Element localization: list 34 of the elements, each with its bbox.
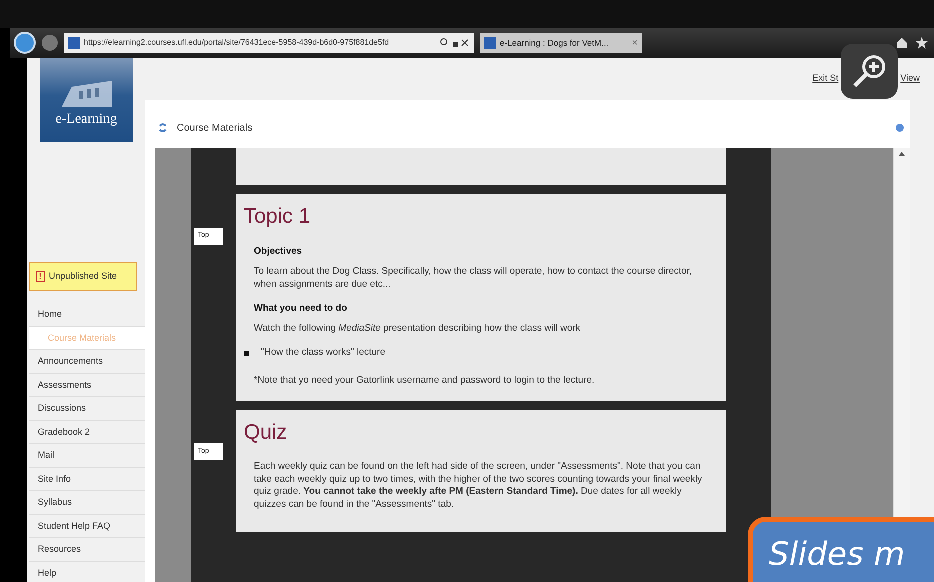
zoom-button[interactable] — [840, 44, 898, 99]
home-icon[interactable] — [896, 37, 908, 49]
note-text: *Note that yo need your Gatorlink username and password to login to the lecture. — [254, 374, 596, 388]
warning-icon: ! — [36, 271, 45, 282]
section-heading: Quiz — [244, 420, 288, 445]
paragraph: To learn about the Dog Class. Specifically, how the class will operate, how to contact the course director, when assignments are due etc... — [254, 266, 694, 292]
star-icon[interactable] — [916, 37, 928, 49]
address-bar[interactable]: https://elearning2.courses.ufl.edu/portal/site/76431ece-5958-439d-b6d0-975f881de5fd — [64, 33, 474, 53]
tool-icon — [159, 123, 167, 133]
tab-title: e-Learning : Dogs for VetM... — [500, 36, 609, 50]
subheading: Objectives — [254, 245, 304, 260]
scroll-up-icon[interactable] — [899, 152, 905, 156]
list-item: "How the class works" lecture — [261, 346, 386, 360]
help-icon[interactable] — [896, 124, 904, 132]
site-logo[interactable]: e-Learning — [40, 58, 133, 142]
address-bar-icons — [440, 38, 470, 48]
section-heading: Topic 1 — [244, 204, 312, 230]
logo-text: e-Learning — [56, 111, 118, 129]
close-tab-button[interactable]: × — [632, 36, 638, 50]
paragraph: Watch the following MediaSite presentation describing how the class will work — [254, 323, 582, 336]
url-text: https://elearning2.courses.ufl.edu/portal/site/76431ece-5958-439d-b6d0-975f881de5fd — [84, 37, 390, 49]
subheading: What you need to do — [254, 302, 348, 316]
caption-text: Slides m — [769, 535, 906, 573]
paragraph: Each weekly quiz can be found on the left had side of the screen, under "Assessments". Note that you can take each weekly quiz up to two times, with the higher of the two scores counting towards your final weekly quiz grade. You cannot take the weekly afte PM (Eastern Standard Time). Due dates for all weekly quizzes can be found in the "Assessments" tab. — [254, 460, 704, 512]
site-icon — [68, 37, 80, 49]
exit-link[interactable]: Exit St — [812, 72, 839, 86]
forward-button[interactable] — [42, 35, 58, 51]
notice-text: Unpublished Site — [49, 270, 118, 283]
back-button[interactable] — [14, 32, 36, 54]
tool-title: Course Materials — [177, 122, 253, 136]
exit-link[interactable]: View — [900, 72, 920, 86]
bullet-icon — [244, 350, 249, 356]
browser-tab[interactable]: e-Learning : Dogs for VetM... × — [480, 33, 642, 53]
site-icon — [484, 37, 496, 49]
